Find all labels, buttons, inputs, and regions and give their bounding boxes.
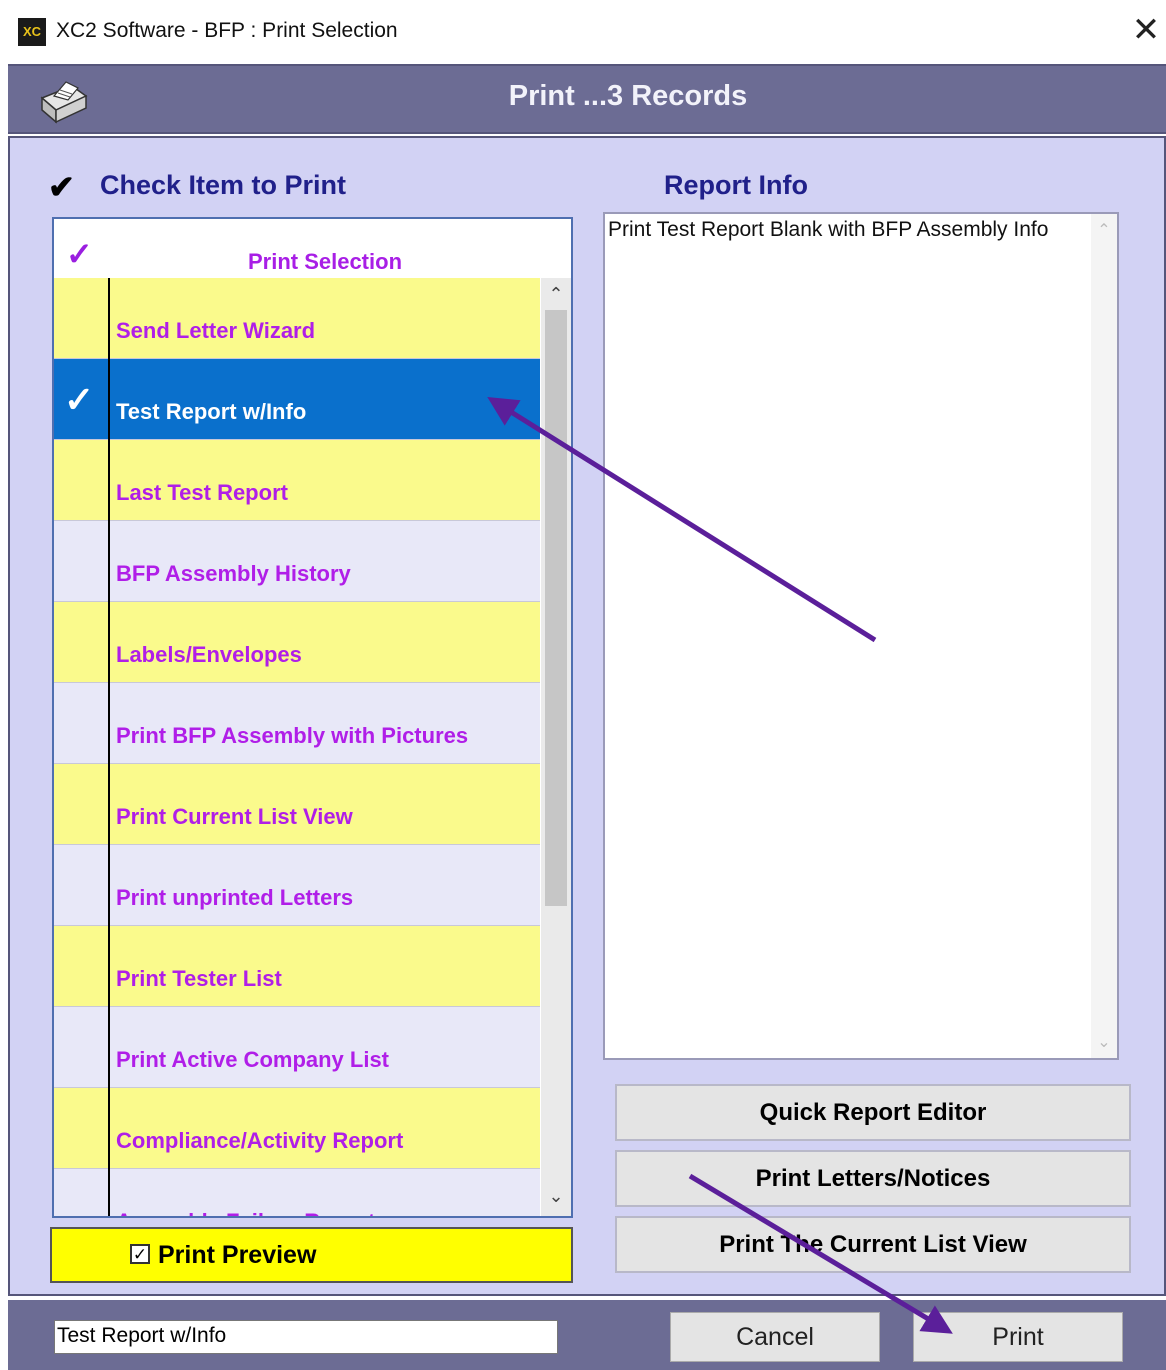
report-info-heading: Report Info: [664, 170, 808, 200]
list-item-label: Test Report w/Info: [116, 399, 307, 424]
info-scrollbar[interactable]: ⌃ ⌄: [1091, 214, 1117, 1058]
print-preview-checkbox[interactable]: ✓: [130, 1244, 150, 1264]
print-records-title: Print ...3 Records: [508, 80, 748, 112]
scroll-thumb[interactable]: [545, 310, 567, 906]
list-item[interactable]: Labels/Envelopes: [54, 602, 540, 683]
window-title-bar: XC XC2 Software - BFP : Print Selection …: [0, 0, 1166, 62]
list-item-label: Print Active Company List: [116, 1047, 390, 1072]
list-item-label: Labels/Envelopes: [116, 642, 302, 667]
list-item-label: Print unprinted Letters: [116, 885, 354, 910]
info-scroll-up-icon[interactable]: ⌃: [1091, 220, 1117, 240]
list-item[interactable]: Last Test Report: [54, 440, 540, 521]
close-icon[interactable]: ✕: [1128, 10, 1164, 50]
scroll-up-icon[interactable]: ⌃: [541, 284, 571, 305]
list-item[interactable]: Compliance/Activity Report: [54, 1088, 540, 1169]
list-item-label: Assembly Failure Report: [116, 1209, 375, 1216]
app-logo-icon: XC: [18, 18, 46, 46]
list-item-label: Send Letter Wizard: [116, 318, 316, 343]
list-item-label: Last Test Report: [116, 480, 288, 505]
list-item[interactable]: Print Tester List: [54, 926, 540, 1007]
list-item[interactable]: Print Active Company List: [54, 1007, 540, 1088]
check-item-heading: Check Item to Print: [100, 170, 347, 200]
report-info-box[interactable]: Print Test Report Blank with BFP Assembl…: [603, 212, 1119, 1060]
print-selection-list: ✓ Print Selection Send Letter Wizard ✓ Tes…: [52, 217, 573, 1218]
list-item[interactable]: BFP Assembly History: [54, 521, 540, 602]
print-header: Print ...3 Records: [8, 64, 1166, 134]
cancel-button[interactable]: Cancel: [670, 1312, 880, 1362]
selected-report-field[interactable]: Test Report w/Info: [54, 1320, 558, 1354]
list-item[interactable]: Assembly Failure Report: [54, 1169, 540, 1216]
list-item[interactable]: ✓ Test Report w/Info: [54, 359, 540, 440]
list-header: ✓ Print Selection: [54, 219, 571, 278]
list-item[interactable]: Print BFP Assembly with Pictures: [54, 683, 540, 764]
list-item-label: Print Tester List: [116, 966, 282, 991]
print-current-list-view-button[interactable]: Print The Current List View: [615, 1216, 1131, 1273]
quick-report-editor-button[interactable]: Quick Report Editor: [615, 1084, 1131, 1141]
report-info-text: Print Test Report Blank with BFP Assembl…: [608, 218, 1049, 241]
print-preview-toggle[interactable]: ✓ Print Preview: [50, 1227, 573, 1283]
list-item-label: Compliance/Activity Report: [116, 1128, 404, 1153]
row-check-icon[interactable]: ✓: [64, 379, 94, 421]
list-header-label: Print Selection: [247, 249, 403, 274]
info-scroll-down-icon[interactable]: ⌄: [1091, 1032, 1117, 1052]
scroll-down-icon[interactable]: ⌄: [541, 1186, 571, 1207]
list-item[interactable]: Send Letter Wizard: [54, 278, 540, 359]
print-button[interactable]: Print: [913, 1312, 1123, 1362]
checkmark-icon: ✔: [48, 169, 75, 205]
print-preview-label: Print Preview: [158, 1241, 317, 1269]
column-divider: [108, 278, 110, 1216]
list-item-label: Print BFP Assembly with Pictures: [116, 723, 469, 748]
check-column-icon: ✓: [66, 236, 93, 272]
window-title: XC2 Software - BFP : Print Selection: [56, 19, 398, 42]
list-item-label: Print Current List View: [116, 804, 353, 829]
list-item[interactable]: Print Current List View: [54, 764, 540, 845]
list-rows: Send Letter Wizard ✓ Test Report w/Info Las…: [54, 278, 540, 1216]
list-scrollbar[interactable]: ⌃ ⌄: [541, 278, 571, 1216]
list-item[interactable]: Print unprinted Letters: [54, 845, 540, 926]
print-letters-notices-button[interactable]: Print Letters/Notices: [615, 1150, 1131, 1207]
list-item-label: BFP Assembly History: [116, 561, 351, 586]
